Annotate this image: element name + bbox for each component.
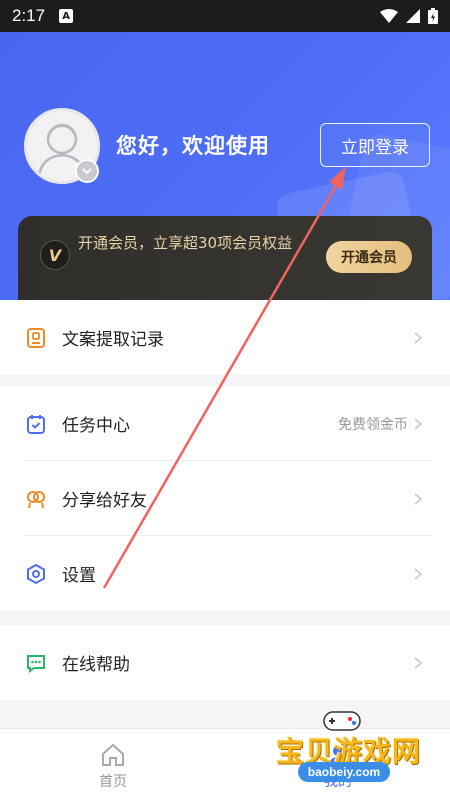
document-icon	[24, 326, 48, 350]
battery-icon	[428, 8, 438, 24]
watermark-url: baobeiy.com	[298, 762, 390, 782]
section-records: 文案提取记录	[0, 300, 450, 375]
home-icon	[102, 743, 124, 766]
status-bar: 2:17 A	[0, 0, 450, 32]
tab-label: 首页	[99, 774, 127, 790]
menu-item-share[interactable]: 分享给好友	[0, 461, 450, 536]
chevron-right-icon	[414, 567, 423, 580]
menu-item-copy-records[interactable]: 文案提取记录	[0, 300, 450, 375]
chevron-right-icon	[414, 492, 423, 505]
menu-label: 设置	[62, 566, 96, 586]
vip-card[interactable]: V 开通会员，立享超30项会员权益 开通会员	[18, 216, 432, 300]
chevron-right-icon	[414, 656, 423, 669]
vip-icon: V	[40, 240, 70, 270]
chevron-down-icon	[82, 168, 92, 175]
status-indicators	[380, 8, 438, 24]
menu-label: 在线帮助	[62, 655, 130, 675]
section-help: 在线帮助	[0, 625, 450, 700]
chat-icon	[24, 651, 48, 675]
profile-header: 您好，欢迎使用 立即登录 V 开通会员，立享超30项会员权益 开通会员	[0, 32, 450, 300]
watermark-logo: 宝贝游戏网 baobeiy.com	[272, 704, 422, 794]
menu-label: 任务中心	[62, 416, 130, 436]
tab-home[interactable]: 首页	[63, 729, 163, 800]
chevron-right-icon	[414, 331, 423, 344]
menu-item-help[interactable]: 在线帮助	[0, 625, 450, 700]
open-vip-button[interactable]: 开通会员	[326, 241, 412, 273]
menu-item-task-center[interactable]: 任务中心 免费领金币	[0, 386, 450, 461]
signal-icon	[406, 9, 420, 23]
login-button[interactable]: 立即登录	[320, 123, 430, 167]
menu-label: 文案提取记录	[62, 330, 164, 350]
greeting-text: 您好，欢迎使用	[116, 134, 270, 158]
vip-description: 开通会员，立享超30项会员权益	[78, 234, 293, 252]
menu-item-settings[interactable]: 设置	[0, 536, 450, 611]
wifi-icon	[380, 9, 398, 23]
menu-label: 分享给好友	[62, 491, 147, 511]
chevron-right-icon	[414, 417, 423, 430]
share-icon	[24, 487, 48, 511]
notification-icon: A	[59, 9, 74, 23]
avatar-badge	[75, 159, 99, 183]
task-hint: 免费领金币	[338, 416, 408, 433]
settings-icon	[24, 562, 48, 586]
section-main: 任务中心 免费领金币 分享给好友 设置	[0, 386, 450, 611]
calendar-check-icon	[24, 412, 48, 436]
status-time: 2:17	[12, 6, 46, 25]
